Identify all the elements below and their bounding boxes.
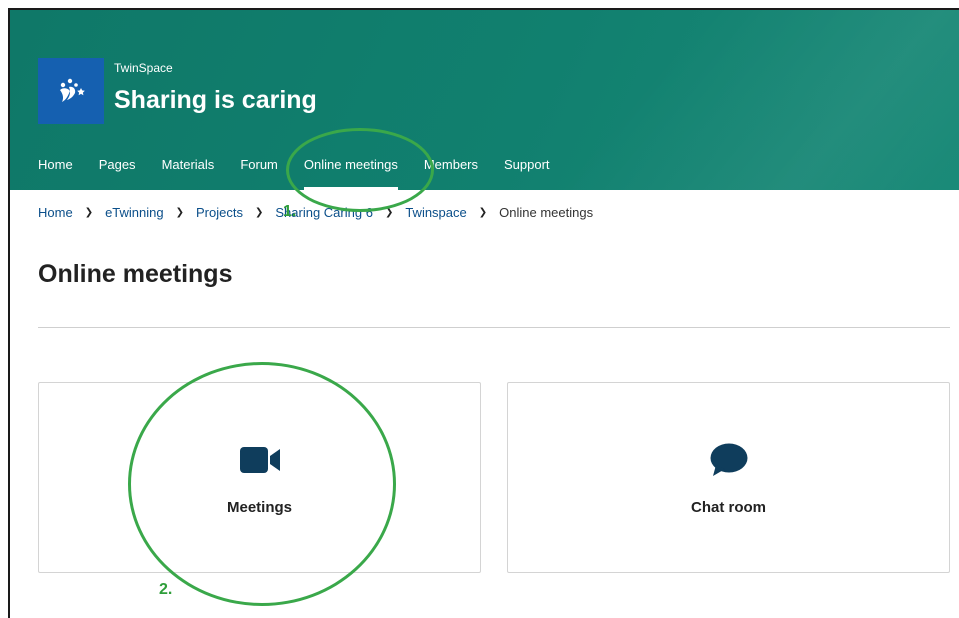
nav-item-support[interactable]: Support xyxy=(504,157,550,190)
nav-item-pages[interactable]: Pages xyxy=(99,157,136,190)
chat-room-card[interactable]: Chat room xyxy=(507,382,950,573)
video-camera-icon xyxy=(239,447,280,473)
etwinning-stars-icon xyxy=(60,78,85,102)
main-nav: Home Pages Materials Forum Online meetin… xyxy=(38,157,576,190)
twinspace-logo[interactable] xyxy=(38,58,104,124)
speech-bubble-icon xyxy=(710,443,747,476)
meetings-label: Meetings xyxy=(226,499,292,516)
annotation-step-1: 1. xyxy=(283,203,297,220)
annotation-step-2: 2. xyxy=(159,581,173,598)
site-eyebrow: TwinSpace xyxy=(114,61,173,75)
chevron-right-icon: ❯ xyxy=(384,207,394,218)
chevron-right-icon: ❯ xyxy=(478,207,488,218)
breadcrumb-projects[interactable]: Projects xyxy=(196,205,243,220)
nav-item-members[interactable]: Members xyxy=(424,157,478,190)
chevron-right-icon: ❯ xyxy=(254,207,264,218)
site-title[interactable]: Sharing is caring xyxy=(114,86,317,115)
chevron-right-icon: ❯ xyxy=(84,207,94,218)
chevron-right-icon: ❯ xyxy=(175,207,185,218)
nav-item-forum[interactable]: Forum xyxy=(240,157,278,190)
nav-item-materials[interactable]: Materials xyxy=(162,157,215,190)
nav-item-home[interactable]: Home xyxy=(38,157,73,190)
breadcrumb-home[interactable]: Home xyxy=(38,205,73,220)
breadcrumb-etwinning[interactable]: eTwinning xyxy=(105,205,164,220)
breadcrumb: Home ❯ eTwinning ❯ Projects ❯ Sharing Ca… xyxy=(38,205,593,220)
site-header: TwinSpace Sharing is caring Home Pages M… xyxy=(10,10,959,190)
meetings-card[interactable]: Meetings xyxy=(38,382,481,573)
nav-item-online-meetings[interactable]: Online meetings xyxy=(303,157,398,190)
breadcrumb-current: Online meetings xyxy=(499,205,594,220)
chat-room-label: Chat room xyxy=(691,499,766,516)
page-title: Online meetings xyxy=(38,260,233,288)
breadcrumb-twinspace[interactable]: Twinspace xyxy=(405,205,466,220)
title-divider xyxy=(38,327,950,328)
